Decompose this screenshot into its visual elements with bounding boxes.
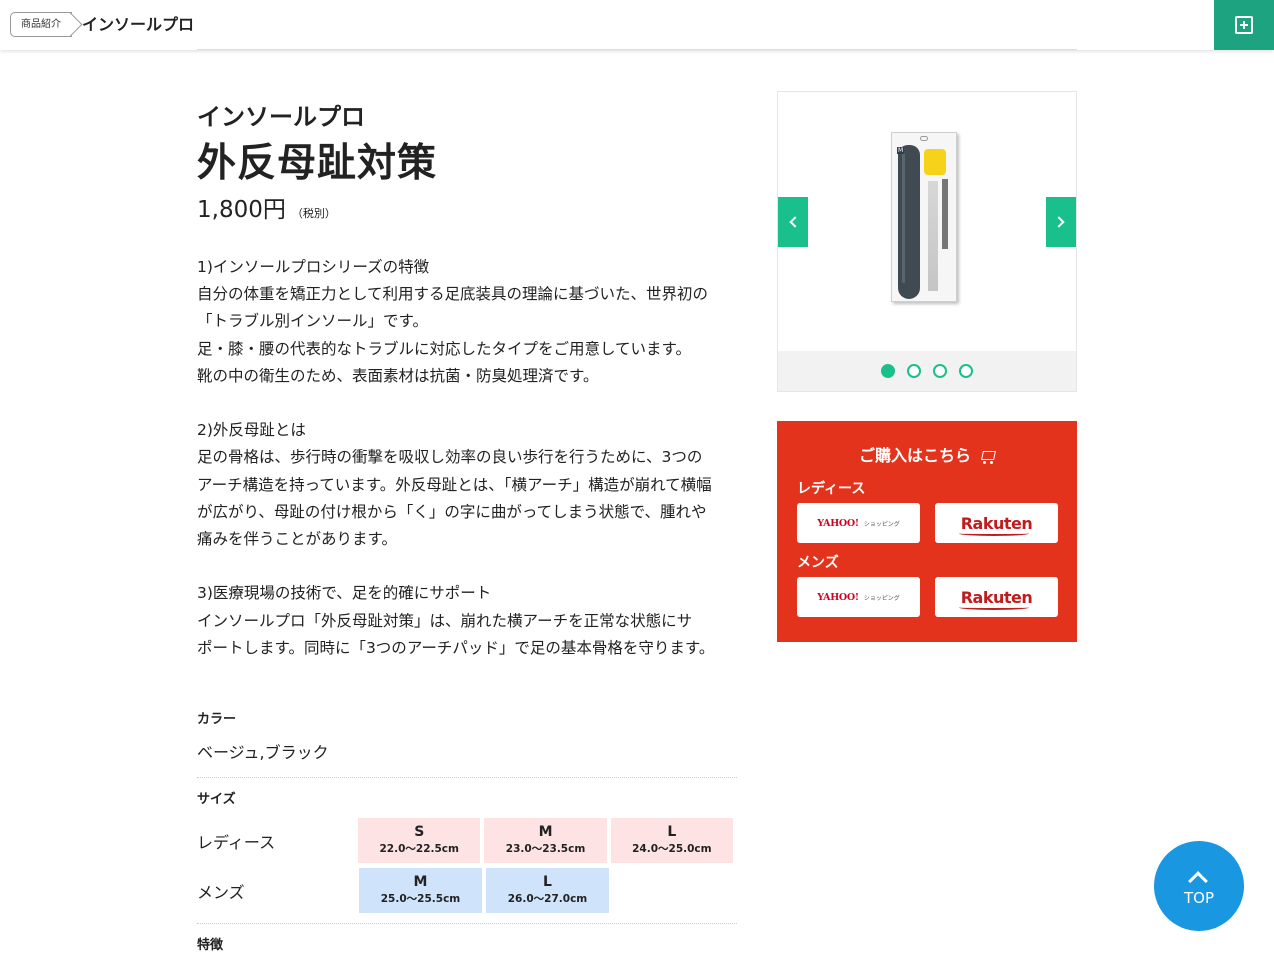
carousel-dot[interactable] [907,364,921,378]
size-range: 26.0〜27.0cm [507,893,588,905]
rakuten-logo: Rakuten [958,513,1033,536]
product-image: M [891,132,959,304]
rakuten-logo: Rakuten [958,587,1033,610]
mens-rakuten-button[interactable]: Rakuten [935,577,1058,617]
back-to-top-button[interactable]: TOP [1154,841,1244,931]
package-foot-graphic [924,149,946,175]
package-text-block [928,181,938,291]
cart-icon [979,450,995,464]
mens-size-row: メンズ M 25.0〜25.5cm L 26.0〜27.0cm [197,868,737,913]
back-to-top-label: TOP [1183,889,1214,907]
menu-button[interactable] [1214,0,1274,50]
carousel-dot[interactable] [959,364,973,378]
purchase-title: ご購入はこちら [777,445,1077,467]
product-description: 1)インソールプロシリーズの特徴 自分の体重を矯正力として利用する足底装具の理論… [197,258,715,657]
carousel-prev-button[interactable] [778,197,808,247]
spec-divider [197,923,737,924]
ladies-label: レディース [197,832,276,852]
package-hanger [920,136,928,141]
breadcrumb-link[interactable]: 商品紹介 [10,12,72,37]
size-name: M [413,874,428,890]
site-header: 商品紹介 インソールプロ [0,0,1274,50]
purchase-title-text: ご購入はこちら [858,446,971,465]
ladies-purchase-label: レディース [797,481,866,497]
size-label: サイズ [197,792,236,807]
package-size-mark: M [897,147,905,154]
product-price: 1,800円 [197,197,286,223]
chevron-right-icon [1053,216,1065,228]
purchase-box: ご購入はこちら レディース YAHOO! ショッピング Rakuten メンズ … [777,421,1077,642]
features-label: 特徴 [197,938,224,953]
size-name: L [543,874,552,890]
size-cell: L 26.0〜27.0cm [486,868,609,913]
color-label: カラー [197,712,237,727]
yahoo-shopping-text: ショッピング [863,594,900,602]
insole-package-image: M [891,132,957,302]
tax-note: （税別） [291,207,336,220]
product-image-carousel: M [777,91,1077,392]
plus-square-icon [1235,16,1253,34]
size-range: 22.0〜22.5cm [379,843,459,855]
size-range: 23.0〜23.5cm [505,843,586,855]
ladies-size-row: レディース S 22.0〜22.5cm M 23.0〜23.5cm L 24.0… [197,818,737,863]
insole-shape [898,145,920,299]
ladies-yahoo-button[interactable]: YAHOO! ショッピング [797,503,920,543]
size-name: M [538,824,553,840]
size-name: L [667,824,677,840]
chevron-left-icon [789,216,801,228]
size-cell: S 22.0〜22.5cm [358,818,481,863]
carousel-dot[interactable] [933,364,947,378]
price-row: 1,800円 （税別） [197,194,737,226]
size-cell: M 23.0〜23.5cm [484,818,607,863]
header-divider [197,49,1077,50]
size-name: S [414,824,425,840]
ladies-rakuten-button[interactable]: Rakuten [935,503,1058,543]
mens-yahoo-button[interactable]: YAHOO! ショッピング [797,577,920,617]
size-cell: L 24.0〜25.0cm [610,818,734,863]
spec-table: カラー ベージュ,ブラック サイズ レディース S 22.0〜22.5cm M … [197,708,737,958]
carousel-pagination [778,351,1076,391]
size-range: 24.0〜25.0cm [632,843,712,855]
yahoo-logo: YAHOO! [817,591,859,603]
product-info: インソールプロ 外反母趾対策 1,800円 （税別） 1)インソールプロシリーズ… [197,100,737,662]
mens-label: メンズ [197,882,245,902]
carousel-next-button[interactable] [1046,197,1076,247]
breadcrumb-current: インソールプロ [82,15,195,34]
package-text-column [942,179,948,249]
product-title: 外反母趾対策 [197,141,438,186]
yahoo-shopping-text: ショッピング [863,520,900,528]
size-range: 25.0〜25.5cm [380,893,461,905]
size-cell: M 25.0〜25.5cm [359,868,482,913]
mens-purchase-label: メンズ [797,555,839,571]
carousel-dot[interactable] [881,364,895,378]
color-value: ベージュ,ブラック [197,741,737,778]
product-series: インソールプロ [197,103,365,131]
yahoo-logo: YAHOO! [817,517,859,529]
